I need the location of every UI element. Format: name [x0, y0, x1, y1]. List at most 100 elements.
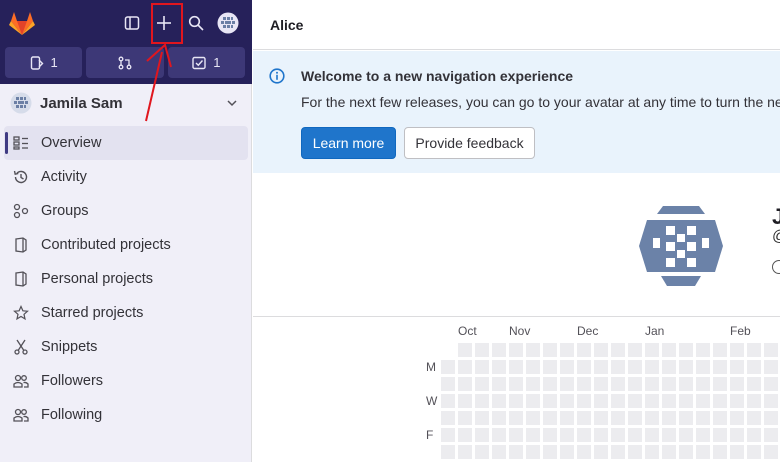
calendar-cell — [713, 428, 727, 442]
calendar-cell — [628, 428, 642, 442]
calendar-cell — [645, 445, 659, 459]
sidebar-topbar: 1 1 — [0, 0, 252, 84]
calendar-cell — [679, 394, 693, 408]
calendar-cell — [577, 360, 591, 374]
calendar-cell — [526, 394, 540, 408]
learn-more-button[interactable]: Learn more — [301, 127, 396, 159]
profile-avatar — [635, 200, 727, 292]
history-icon — [13, 169, 29, 185]
calendar-cell — [679, 377, 693, 391]
calendar-cell — [475, 411, 489, 425]
page-title: Alice — [270, 16, 304, 33]
sidebar-toggle-icon[interactable] — [120, 11, 144, 35]
calendar-cell — [628, 360, 642, 374]
calendar-cell — [713, 411, 727, 425]
calendar-cell — [475, 445, 489, 459]
sidebar-item-followers[interactable]: Followers — [4, 364, 248, 398]
search-icon[interactable] — [184, 11, 208, 35]
calendar-cell — [577, 428, 591, 442]
provide-feedback-button[interactable]: Provide feedback — [404, 127, 535, 159]
sidebar-item-following[interactable]: Following — [4, 398, 248, 432]
calendar-cell — [492, 377, 506, 391]
merge-requests-counter-button[interactable] — [86, 47, 164, 78]
calendar-cell — [696, 360, 710, 374]
gitlab-logo-icon[interactable] — [8, 10, 36, 36]
sidebar-item-personal-projects[interactable]: Personal projects — [4, 262, 248, 296]
calendar-cell — [747, 343, 761, 357]
sidebar-item-activity[interactable]: Activity — [4, 160, 248, 194]
calendar-cell — [679, 411, 693, 425]
calendar-cell — [696, 445, 710, 459]
calendar-cell — [458, 428, 472, 442]
calendar-cell — [628, 411, 642, 425]
calendar-cell — [475, 428, 489, 442]
calendar-cell — [696, 377, 710, 391]
calendar-cell — [611, 377, 625, 391]
calendar-cell — [662, 445, 676, 459]
todos-count: 1 — [213, 55, 221, 70]
calendar-cell — [594, 411, 608, 425]
star-icon — [13, 305, 29, 321]
todos-counter-button[interactable]: 1 — [167, 47, 245, 78]
calendar-cell — [611, 360, 625, 374]
calendar-cell — [526, 343, 540, 357]
calendar-day-label: F — [426, 428, 434, 442]
calendar-cell — [645, 343, 659, 357]
calendar-cell — [628, 394, 642, 408]
info-icon — [269, 68, 285, 84]
annotation-highlight-box — [151, 3, 183, 44]
calendar-month-label: Dec — [577, 324, 599, 338]
calendar-cell — [679, 445, 693, 459]
calendar-cell — [509, 343, 523, 357]
calendar-cell — [594, 360, 608, 374]
calendar-month-label: Feb — [730, 324, 751, 338]
calendar-cell — [662, 360, 676, 374]
calendar-cell — [594, 343, 608, 357]
sidebar-item-overview[interactable]: Overview — [4, 126, 248, 160]
calendar-cell — [730, 343, 744, 357]
calendar-cell — [645, 428, 659, 442]
page-header: Alice — [253, 0, 780, 50]
snippet-icon — [13, 339, 29, 355]
calendar-day-label: W — [426, 394, 438, 408]
calendar-cell — [475, 360, 489, 374]
calendar-cell — [594, 377, 608, 391]
calendar-cell — [560, 343, 574, 357]
calendar-cell — [458, 360, 472, 374]
sidebar-item-label: Snippets — [41, 339, 98, 355]
calendar-cell — [458, 411, 472, 425]
issues-counter-button[interactable]: 1 — [5, 47, 83, 78]
calendar-cell — [730, 394, 744, 408]
calendar-cell — [730, 411, 744, 425]
calendar-cell — [679, 428, 693, 442]
calendar-cell — [441, 360, 455, 374]
sidebar-item-label: Starred projects — [41, 305, 144, 321]
calendar-month-label: Nov — [509, 324, 531, 338]
users-icon — [13, 407, 29, 423]
project-icon — [13, 271, 29, 287]
calendar-cell — [611, 394, 625, 408]
sidebar-nav: Overview Activity Groups Contributed pro… — [4, 126, 248, 432]
sidebar-item-label: Overview — [41, 135, 102, 151]
calendar-cell — [713, 343, 727, 357]
chevron-down-icon — [227, 100, 237, 107]
calendar-cell — [696, 394, 710, 408]
todo-icon — [192, 56, 206, 69]
context-switcher[interactable]: Jamila Sam — [0, 86, 252, 120]
calendar-cell — [441, 445, 455, 459]
calendar-cell — [492, 411, 506, 425]
calendar-cell — [543, 445, 557, 459]
sidebar-item-contributed-projects[interactable]: Contributed projects — [4, 228, 248, 262]
sidebar-item-starred-projects[interactable]: Starred projects — [4, 296, 248, 330]
user-avatar-icon[interactable] — [216, 11, 240, 35]
calendar-cell — [509, 394, 523, 408]
calendar-cell — [747, 428, 761, 442]
calendar-cell — [713, 360, 727, 374]
sidebar-item-groups[interactable]: Groups — [4, 194, 248, 228]
calendar-cell — [492, 360, 506, 374]
calendar-cell — [662, 428, 676, 442]
calendar-cell — [441, 428, 455, 442]
calendar-month-label: Jan — [645, 324, 665, 338]
sidebar-item-snippets[interactable]: Snippets — [4, 330, 248, 364]
divider — [253, 316, 780, 317]
